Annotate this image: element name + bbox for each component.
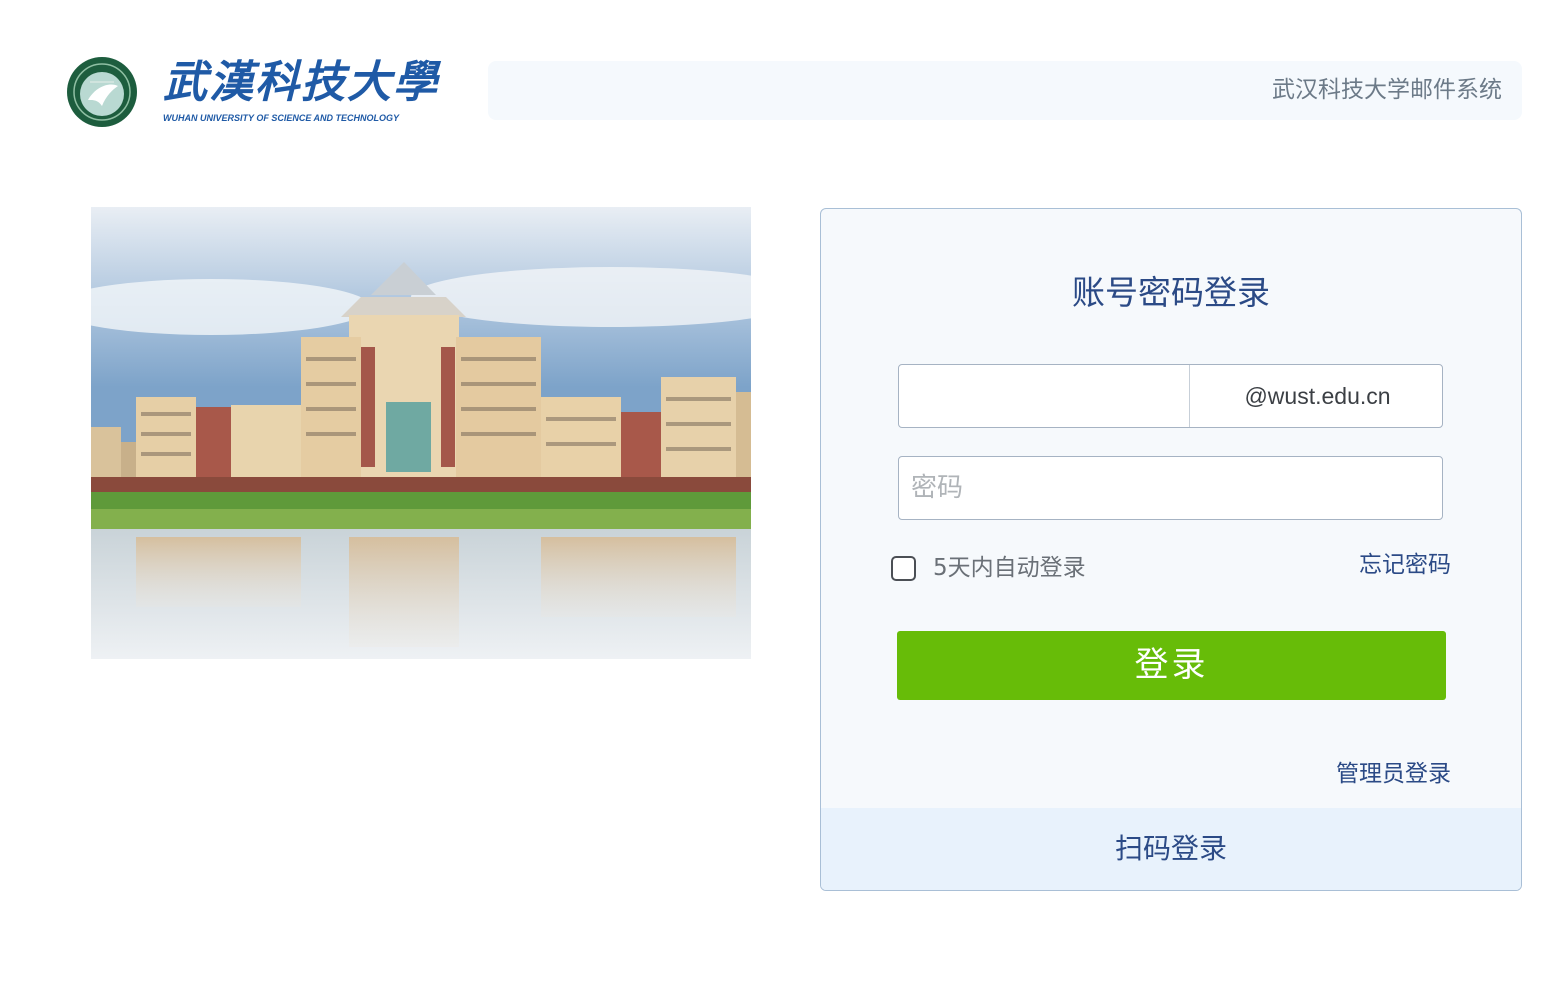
remember-me[interactable]: 5天内自动登录 [891,552,1086,584]
forgot-password-link[interactable]: 忘记密码 [1359,549,1451,581]
header-bar: 武汉科技大学邮件系统 [488,61,1522,120]
login-title: 账号密码登录 [1072,273,1270,312]
password-field [898,456,1443,520]
university-emblem-icon [66,56,138,128]
qr-login-tab[interactable]: 扫码登录 [821,808,1521,890]
admin-login-link[interactable]: 管理员登录 [1336,758,1451,790]
campus-building-photo [91,207,751,659]
system-title: 武汉科技大学邮件系统 [1272,77,1502,103]
logo-english-name: WUHAN UNIVERSITY OF SCIENCE AND TECHNOLO… [163,113,400,123]
university-logo: 武漢科技大學 WUHAN UNIVERSITY OF SCIENCE AND T… [163,57,439,128]
login-panel: 账号密码登录 @wust.edu.cn 5天内自动登录 忘记密码 登录 管理员登… [820,208,1522,891]
remember-checkbox[interactable] [891,555,916,581]
logo-chinese-name: 武漢科技大學 [163,57,439,108]
password-input[interactable] [899,457,1442,519]
login-button[interactable]: 登录 [897,631,1446,700]
username-field: @wust.edu.cn [898,364,1443,428]
username-input[interactable] [899,365,1189,427]
email-domain-suffix: @wust.edu.cn [1189,365,1445,427]
remember-label: 5天内自动登录 [933,555,1086,581]
